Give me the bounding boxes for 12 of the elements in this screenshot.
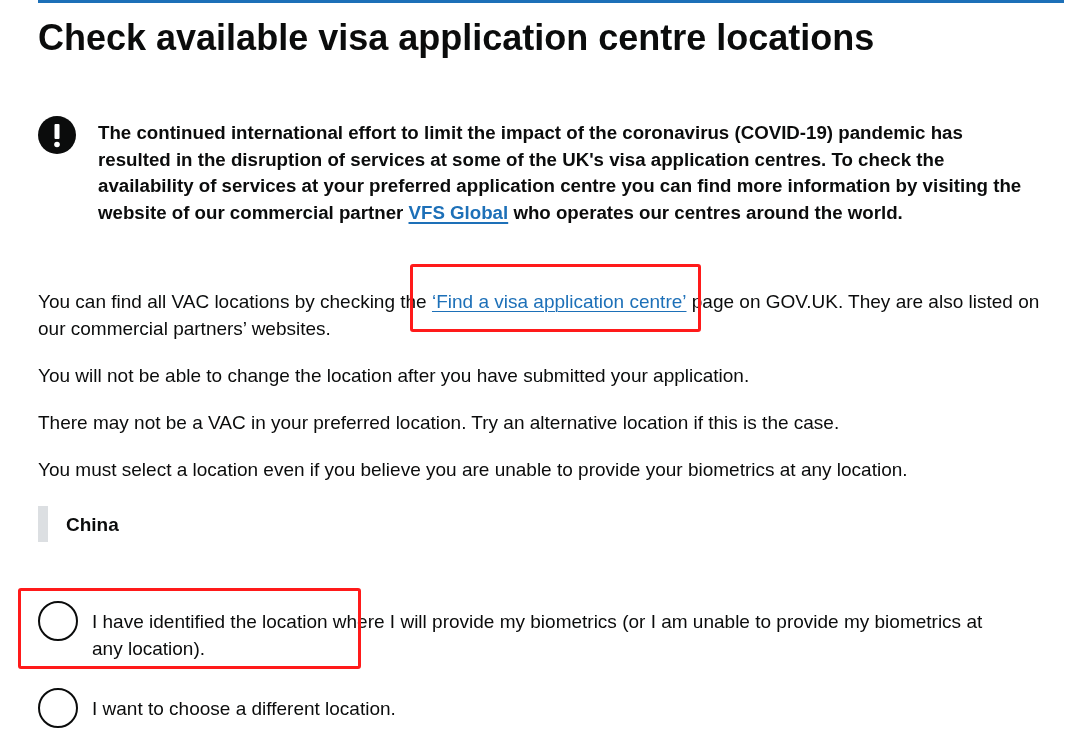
text-link[interactable]: ‘Find a visa application centre’ (431, 290, 687, 312)
text-link[interactable]: VFS Global (408, 202, 509, 224)
body-paragraph: You will not be able to change the location after you have submitted your application. (38, 363, 751, 388)
location-label: China (66, 513, 119, 538)
radio-button[interactable] (38, 600, 78, 641)
body-paragraph: You must select a location even if you believe you are unable to provide your biometrics at any location. (38, 457, 909, 482)
body-paragraph: There may not be a VAC in your preferred location. Try an alternative location if this is the case. (38, 410, 841, 435)
radio-button[interactable] (38, 687, 78, 728)
warning-text: The continued international effort to limit the impact of the coronavirus (COVID-19) pandemic has resulted in the disruption of services at some of the UK's visa application centres. To check the availability of services at your preferred application centre you can find more information by visiting the website of our commercial partner VFS Global who operates our centres around the world. (98, 121, 1023, 226)
warning-icon (38, 116, 76, 154)
page-title: Check available visa application centre locations (38, 18, 876, 58)
radio-label[interactable]: I want to choose a different location. (92, 687, 1012, 722)
